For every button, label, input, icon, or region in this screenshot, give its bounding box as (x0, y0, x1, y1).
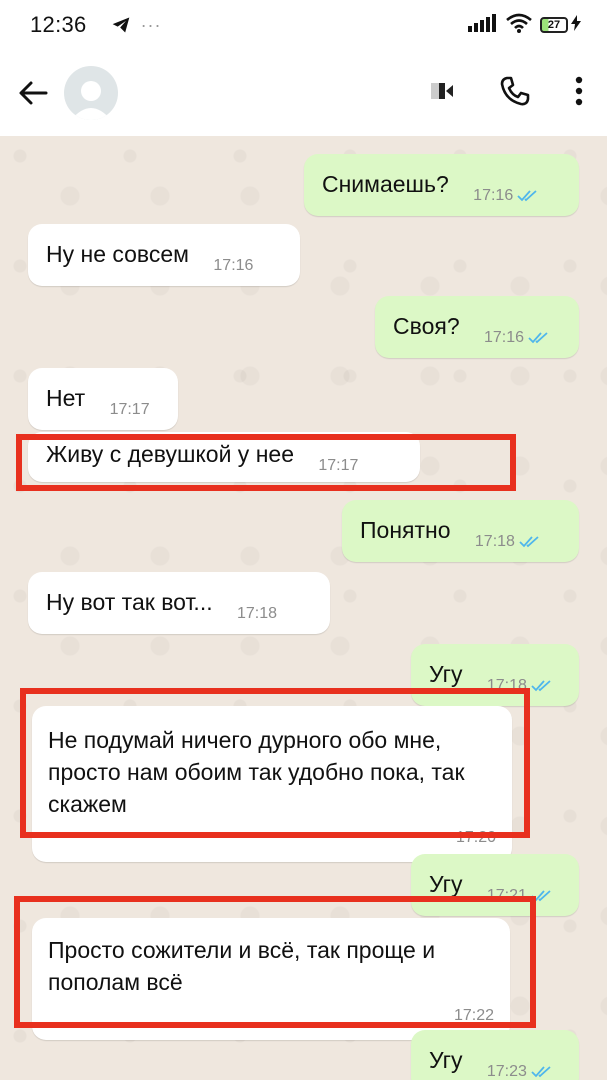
message-incoming[interactable]: Живу с девушкой у нее 17:17 (28, 432, 420, 482)
message-meta: 17:16 (473, 180, 539, 212)
message-text: Угу (429, 871, 463, 897)
battery-icon: 27 (540, 14, 581, 36)
message-text: Живу с девушкой у нее (46, 441, 294, 467)
message-text: Не подумай ничего дурного обо мне, прост… (48, 727, 465, 817)
more-notifications-icon: ··· (140, 14, 162, 35)
message-incoming[interactable]: Просто сожители и всё, так проще и попол… (32, 918, 510, 1040)
message-meta: 17:17 (110, 394, 150, 426)
read-ticks-icon (531, 1066, 551, 1078)
message-meta: 17:22 (48, 1000, 494, 1032)
message-text: Снимаешь? (322, 171, 449, 197)
wifi-icon (506, 13, 532, 38)
message-meta: 17:16 (484, 322, 550, 354)
signal-icon (468, 13, 498, 37)
message-meta: 17:17 (318, 450, 358, 482)
read-ticks-icon (531, 890, 551, 902)
message-meta: 17:18 (487, 670, 553, 702)
message-incoming[interactable]: Ну вот так вот... 17:18 (28, 572, 330, 634)
message-text: Нет (46, 385, 86, 411)
message-text: Угу (429, 661, 463, 687)
message-incoming[interactable]: Не подумай ничего дурного обо мне, прост… (32, 706, 512, 862)
status-bar: 12:36 ··· 27 (0, 0, 607, 50)
telegram-icon (99, 15, 131, 35)
message-text: Угу (429, 1047, 463, 1073)
message-outgoing[interactable]: Угу 17:18 (411, 644, 579, 706)
message-meta: 17:18 (237, 598, 277, 630)
message-meta: 17:18 (475, 526, 541, 558)
read-ticks-icon (528, 332, 548, 344)
message-outgoing[interactable]: Снимаешь? 17:16 (304, 154, 579, 216)
message-outgoing[interactable]: Своя? 17:16 (375, 296, 579, 358)
message-meta: 17:16 (213, 250, 253, 282)
read-ticks-icon (517, 190, 537, 202)
message-incoming[interactable]: Нет 17:17 (28, 368, 178, 430)
message-time: 17:17 (109, 401, 150, 418)
message-outgoing[interactable]: Угу 17:21 (411, 854, 579, 916)
message-meta: 17:21 (487, 880, 553, 912)
message-time: 17:23 (486, 1063, 527, 1080)
message-text: Ну вот так вот... (46, 589, 213, 615)
chat-area[interactable]: Снимаешь? 17:16 Ну не совсем 17:16 Своя?… (0, 136, 607, 1080)
avatar-icon[interactable] (64, 66, 118, 120)
message-time: 17:16 (213, 257, 254, 274)
message-time: 17:16 (484, 329, 525, 346)
message-text: Своя? (393, 313, 460, 339)
chat-header (0, 50, 607, 136)
message-time: 17:20 (455, 829, 496, 846)
status-time: 12:36 (30, 12, 87, 37)
message-time: 17:18 (486, 677, 527, 694)
read-ticks-icon (531, 680, 551, 692)
message-time: 17:17 (318, 457, 359, 474)
charging-icon (571, 14, 581, 36)
more-vert-icon[interactable] (575, 76, 583, 111)
back-arrow-icon[interactable] (18, 76, 52, 110)
message-incoming[interactable]: Ну не совсем 17:16 (28, 224, 300, 286)
video-call-icon[interactable] (431, 80, 455, 107)
message-text: Просто сожители и всё, так проще и попол… (48, 937, 436, 995)
message-time: 17:22 (453, 1007, 494, 1024)
message-text: Ну не совсем (46, 241, 189, 267)
message-time: 17:18 (474, 533, 515, 550)
message-text: Понятно (360, 517, 451, 543)
message-meta: 17:23 (487, 1056, 553, 1080)
message-time: 17:18 (236, 605, 278, 622)
battery-level: 27 (540, 17, 568, 33)
phone-icon[interactable] (499, 75, 531, 112)
message-time: 17:16 (473, 187, 514, 204)
read-ticks-icon (519, 536, 539, 548)
message-meta: 17:20 (48, 822, 496, 854)
message-outgoing[interactable]: Понятно 17:18 (342, 500, 579, 562)
message-time: 17:21 (486, 887, 527, 904)
message-outgoing[interactable]: Угу 17:23 (411, 1030, 579, 1080)
